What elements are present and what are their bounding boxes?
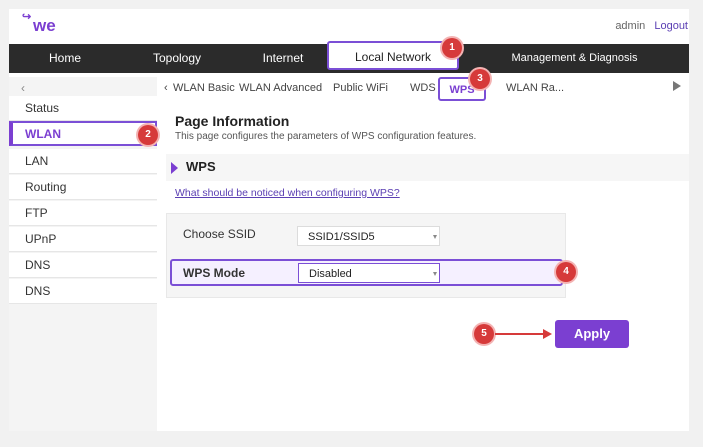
tab-wds[interactable]: WDS (410, 77, 436, 101)
sidebar-item-routing[interactable]: Routing (9, 175, 157, 200)
sidebar-item-upnp[interactable]: UPnP (9, 227, 157, 252)
sidebar-collapse-icon[interactable]: ‹ (21, 81, 25, 95)
help-link[interactable]: What should be noticed when configuring … (175, 187, 400, 199)
subnav-right-arrow-icon[interactable] (673, 81, 681, 91)
annotation-arrow-line (495, 333, 545, 335)
annotation-badge-5: 5 (474, 324, 494, 344)
sidebar-item-wlan[interactable]: WLAN (9, 121, 157, 146)
sidebar: ‹ Status WLAN LAN Routing FTP UPnP DNS D… (9, 77, 157, 431)
nav-management-diagnosis[interactable]: Management & Diagnosis (487, 44, 662, 73)
logout-link[interactable]: Logout (654, 20, 688, 32)
wps-mode-select[interactable]: Disabled (298, 263, 440, 283)
tab-wlan-basic[interactable]: WLAN Basic (173, 77, 235, 101)
logo-swirl-icon: ↪ (22, 11, 32, 23)
section-header: WPS (166, 154, 689, 181)
annotation-badge-1: 1 (442, 38, 462, 58)
apply-button[interactable]: Apply (555, 320, 629, 348)
main-nav: Home Topology Internet Local Network Man… (9, 41, 689, 73)
annotation-arrow-icon (543, 329, 552, 339)
tab-public-wifi[interactable]: Public WiFi (333, 77, 388, 101)
page-description: This page configures the parameters of W… (175, 131, 477, 142)
nav-topology[interactable]: Topology (139, 44, 215, 73)
user-area: admin Logout (615, 20, 688, 32)
sidebar-item-dns-2[interactable]: DNS (9, 279, 157, 304)
sidebar-item-status[interactable]: Status (9, 96, 157, 121)
ssid-select[interactable]: SSID1/SSID5 (297, 226, 440, 246)
subnav-left-arrow-icon[interactable]: ‹ (164, 77, 168, 101)
annotation-badge-2: 2 (138, 125, 158, 145)
nav-local-network[interactable]: Local Network (327, 41, 459, 70)
ssid-select-value: SSID1/SSID5 (308, 231, 375, 243)
username: admin (615, 20, 646, 32)
section-triangle-icon (171, 162, 178, 174)
chevron-down-icon (433, 272, 437, 276)
sub-nav: ‹ WLAN Basic WLAN Advanced Public WiFi W… (157, 77, 689, 101)
wps-mode-value: Disabled (309, 268, 352, 280)
page-title: Page Information (175, 113, 290, 129)
sidebar-item-lan[interactable]: LAN (9, 149, 157, 174)
tab-wlan-advanced[interactable]: WLAN Advanced (239, 77, 322, 101)
tab-wlan-ra[interactable]: WLAN Ra... (506, 77, 564, 101)
chevron-down-icon (433, 235, 437, 239)
wps-mode-label: WPS Mode (183, 266, 245, 280)
sidebar-item-dns[interactable]: DNS (9, 253, 157, 278)
nav-home[interactable]: Home (29, 44, 101, 73)
sidebar-item-ftp[interactable]: FTP (9, 201, 157, 226)
annotation-badge-3: 3 (470, 69, 490, 89)
annotation-badge-4: 4 (556, 262, 576, 282)
nav-internet[interactable]: Internet (247, 44, 319, 73)
ssid-label: Choose SSID (183, 227, 256, 241)
section-title: WPS (186, 159, 216, 174)
